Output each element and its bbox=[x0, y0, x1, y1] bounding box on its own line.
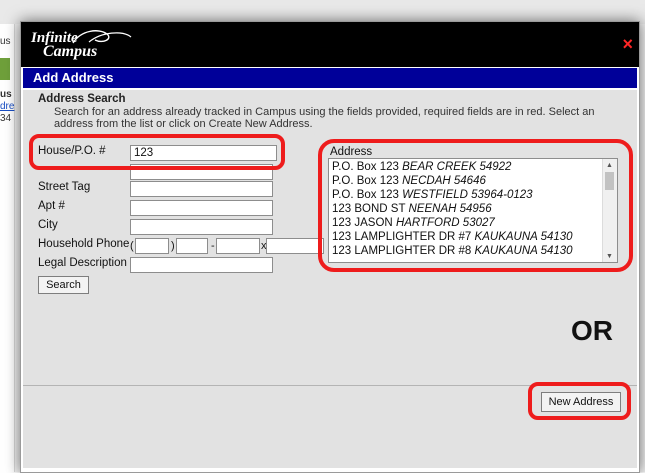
city-input[interactable] bbox=[130, 219, 273, 235]
background-text-fragment: us bbox=[0, 89, 12, 100]
address-street: P.O. Box 123 bbox=[332, 175, 399, 187]
address-city: NEENAH 54956 bbox=[408, 203, 492, 215]
close-icon[interactable]: × bbox=[622, 35, 633, 53]
phone-area-code-input[interactable] bbox=[135, 238, 169, 254]
address-street: 123 BOND ST bbox=[332, 203, 406, 215]
phone-prefix-input[interactable] bbox=[176, 238, 208, 254]
dialog-titlebar: Infinite Campus × bbox=[21, 22, 639, 67]
scroll-up-arrow-icon[interactable]: ▲ bbox=[606, 162, 613, 169]
address-street: P.O. Box 123 bbox=[332, 189, 399, 201]
address-listbox[interactable]: P.O. Box 123 BEAR CREEK 54922 P.O. Box 1… bbox=[328, 158, 618, 263]
or-annotation: OR bbox=[571, 315, 613, 346]
background-text-fragment: 34 bbox=[0, 113, 12, 124]
infinite-campus-logo: Infinite Campus bbox=[31, 28, 141, 64]
address-city: NECDAH 54646 bbox=[402, 175, 486, 187]
house-number-input[interactable] bbox=[130, 145, 277, 161]
address-street: 123 JASON bbox=[332, 217, 393, 229]
legal-description-input[interactable] bbox=[130, 257, 273, 273]
house-number-label: House/P.O. # bbox=[38, 145, 106, 157]
address-city: WESTFIELD 53964-0123 bbox=[402, 189, 533, 201]
list-item[interactable]: 123 JASON HARTFORD 53027 bbox=[332, 217, 495, 229]
phone-paren-close: ) bbox=[171, 240, 175, 252]
list-item[interactable]: P.O. Box 123 BEAR CREEK 54922 bbox=[332, 161, 511, 173]
search-button[interactable]: Search bbox=[38, 276, 89, 294]
street-name-label: Street Name bbox=[38, 159, 103, 171]
address-list-label: Address bbox=[330, 146, 373, 158]
apt-input[interactable] bbox=[130, 200, 273, 216]
street-tag-label: Street Tag bbox=[38, 181, 91, 193]
scroll-down-arrow-icon[interactable]: ▼ bbox=[606, 253, 613, 260]
search-instructions: Search for an address already tracked in… bbox=[54, 106, 595, 130]
address-city: BEAR CREEK 54922 bbox=[402, 161, 512, 173]
background-link-fragment[interactable]: dre bbox=[0, 101, 14, 112]
background-green-tab bbox=[0, 58, 10, 80]
phone-dash: - bbox=[211, 240, 215, 252]
address-street: 123 LAMPLIGHTER DR #7 bbox=[332, 231, 472, 243]
section-header: Add Address bbox=[23, 68, 637, 88]
phone-line-input[interactable] bbox=[216, 238, 260, 254]
section-title: Add Address bbox=[33, 70, 114, 85]
address-city: KAUKAUNA 54130 bbox=[474, 231, 573, 243]
apt-label: Apt # bbox=[38, 200, 65, 212]
new-address-button[interactable]: New Address bbox=[541, 392, 621, 412]
street-tag-input[interactable] bbox=[130, 181, 273, 197]
list-item[interactable]: 123 BOND ST NEENAH 54956 bbox=[332, 203, 492, 215]
phone-paren-open: ( bbox=[130, 240, 134, 252]
address-search-panel: Address Search Search for an address alr… bbox=[23, 90, 637, 468]
address-street: P.O. Box 123 bbox=[332, 161, 399, 173]
scroll-thumb[interactable] bbox=[605, 172, 614, 190]
address-city: KAUKAUNA 54130 bbox=[474, 245, 573, 257]
address-city: HARTFORD 53027 bbox=[395, 217, 495, 229]
legal-description-label: Legal Description bbox=[38, 257, 127, 269]
address-street: 123 LAMPLIGHTER DR #8 bbox=[332, 245, 472, 257]
list-item[interactable]: P.O. Box 123 NECDAH 54646 bbox=[332, 175, 486, 187]
address-search-heading: Address Search bbox=[38, 93, 126, 105]
logo-text-campus: Campus bbox=[43, 43, 98, 60]
street-name-input[interactable] bbox=[130, 164, 273, 180]
address-list-scrollbar[interactable]: ▲ ▼ bbox=[602, 159, 617, 262]
divider bbox=[23, 385, 637, 386]
add-address-dialog: Infinite Campus × Add Address Address Se… bbox=[20, 21, 640, 473]
background-text-fragment: us bbox=[0, 36, 11, 47]
list-item[interactable]: 123 LAMPLIGHTER DR #7 KAUKAUNA 54130 bbox=[332, 231, 573, 243]
list-item[interactable]: P.O. Box 123 WESTFIELD 53964-0123 bbox=[332, 189, 533, 201]
household-phone-label: Household Phone bbox=[38, 238, 130, 250]
list-item[interactable]: 123 LAMPLIGHTER DR #8 KAUKAUNA 54130 bbox=[332, 245, 573, 257]
city-label: City bbox=[38, 219, 58, 231]
phone-extension-input[interactable] bbox=[266, 238, 324, 254]
